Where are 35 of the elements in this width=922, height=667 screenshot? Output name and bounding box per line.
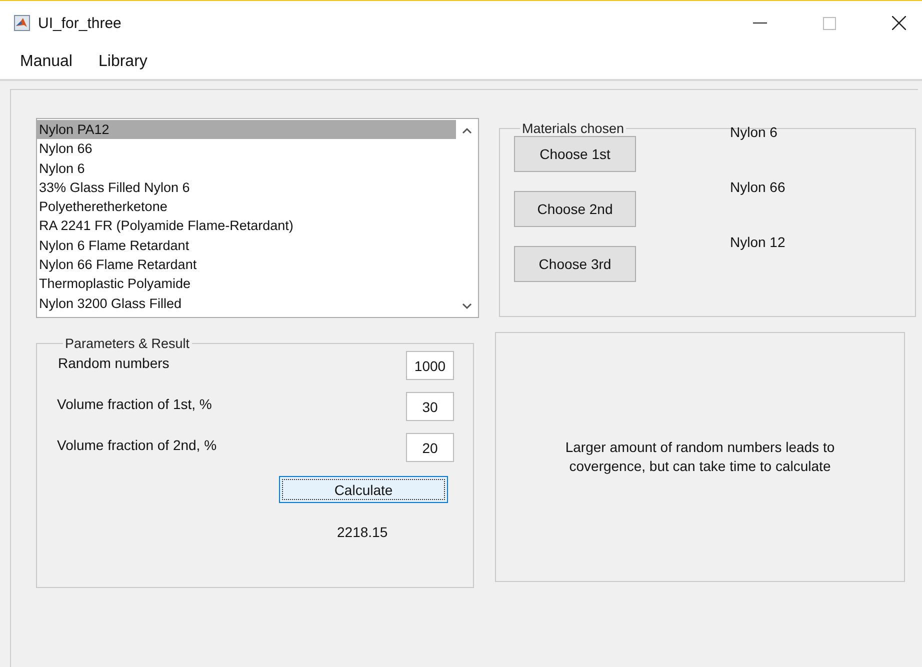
panel-title: Parameters & Result — [64, 336, 191, 351]
list-item[interactable]: 33% Glass Filled Nylon 6 — [37, 178, 456, 198]
field-label: Volume fraction of 1st, % — [57, 396, 212, 412]
app-logo-icon — [14, 15, 30, 31]
chosen-material: Nylon 66 — [730, 179, 786, 195]
chosen-material: Nylon 6 — [730, 124, 778, 140]
menu-item[interactable]: Manual — [20, 53, 72, 71]
field-label: Volume fraction of 2nd, % — [57, 437, 217, 453]
input-field[interactable]: 30 — [406, 392, 454, 421]
list-item[interactable]: Thermoplastic Polyamide — [37, 274, 456, 294]
list-item[interactable]: Polyetheretherketone — [37, 197, 456, 216]
scroll-down-icon[interactable] — [462, 303, 472, 310]
input-field[interactable]: 1000 — [406, 351, 454, 380]
chosen-material: Nylon 12 — [730, 234, 786, 250]
list-item[interactable]: Nylon 3200 Glass Filled — [37, 294, 456, 313]
input-field[interactable]: 20 — [406, 433, 454, 462]
choose-button[interactable]: Choose 3rd — [514, 246, 636, 282]
list-item[interactable]: Nylon 6 — [37, 158, 456, 178]
close-icon[interactable] — [892, 16, 906, 30]
info-text: Larger amount of random numbers leads to covergence, but can take time to calculate — [565, 438, 835, 476]
panel-title: Materials chosen — [521, 121, 626, 136]
list-item[interactable]: RA 2241 FR (Polyamide Flame-Retardant) — [37, 216, 456, 236]
list-item[interactable]: Nylon 66 Flame Retardant — [37, 255, 456, 274]
window-title: UI_for_three — [38, 14, 122, 32]
list-item[interactable]: Nylon 66 — [37, 139, 456, 159]
list-item[interactable]: Nylon PA12 — [37, 120, 456, 140]
choose-button[interactable]: Choose 1st — [514, 136, 636, 172]
result-value: 2218.15 — [337, 524, 389, 540]
scroll-up-icon[interactable] — [462, 127, 472, 134]
choose-button[interactable]: Choose 2nd — [514, 191, 636, 227]
materials-listbox[interactable] — [36, 118, 479, 318]
calculate-button[interactable]: Calculate — [279, 476, 448, 503]
list-item[interactable]: Nylon 6 Flame Retardant — [37, 236, 456, 256]
field-label: Random numbers — [58, 355, 170, 371]
menu-item[interactable]: Library — [98, 53, 148, 71]
